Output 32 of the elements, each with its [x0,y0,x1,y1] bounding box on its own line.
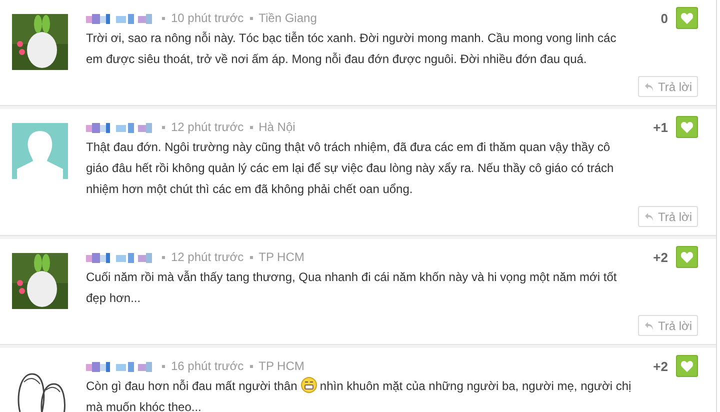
reply-button[interactable]: Trả lời [638,206,698,227]
heart-icon [681,122,693,132]
comment-text: Cuối năm rồi mà vẫn thấy tang thương, Qua nhanh đi cái năm khốn này và hi vọng một năm mới tốt đẹp hơn... [86,269,618,307]
like-count: 0 [660,10,668,26]
reply-button[interactable]: Trả lời [638,315,698,336]
reply-button[interactable]: Trả lời [638,76,698,97]
comment-time: 12 phút trước [171,120,244,134]
sad-face-icon [300,377,317,393]
like-count: +2 [653,250,668,264]
comment-text: Còn gì đau hơn nỗi đau mất người thân nhìn khuôn mặt của những người ba, người mẹ, người chị mà muốn khóc theo... [86,376,632,412]
like-button[interactable] [676,246,698,268]
like-count: +2 [653,358,668,374]
comment-location: Tiền Giang [258,11,317,25]
comment-time: 10 phút trước [171,11,244,25]
comment-location: TP HCM [258,250,304,264]
comment-time: 12 phút trước [171,250,244,264]
heart-icon [681,252,693,262]
like-button[interactable] [676,7,698,29]
comment-location: Hà Nội [258,120,296,134]
comment-location: TP HCM [258,359,304,373]
reply-arrow-icon [644,212,654,222]
reply-arrow-icon [644,320,654,330]
heart-icon [681,12,693,24]
default-avatar-icon [12,123,68,179]
like-button[interactable] [676,116,698,138]
comment-text: Thật đau đớn. Ngôi trường này cũng thật vô trách nhiệm, đã đưa các em đi thăm quan vậy thầy cô giáo đâu hết rồi không quản lý các em lại để sự việc đau lòng này xẩy ra. Nếu thầy cô giáo có trách nhiệm hơn một chút thì các em đã không phải chết oan uổng. [86,139,615,198]
reply-arrow-icon [644,82,654,92]
comment-text: Trời ơi, sao ra nông nỗi này. Tóc bạc tiễn tóc xanh. Đời người mong manh. Cầu mong vong linh các em được siêu thoát, trở về nơi ấm áp. Mong nỗi đau đớn được nguôi. Đời nhiều đớn đau quá. [86,30,618,68]
heart-icon [681,360,693,372]
like-button[interactable] [676,355,698,377]
comment-time: 16 phút trước [171,359,244,373]
like-count: +1 [653,120,668,134]
